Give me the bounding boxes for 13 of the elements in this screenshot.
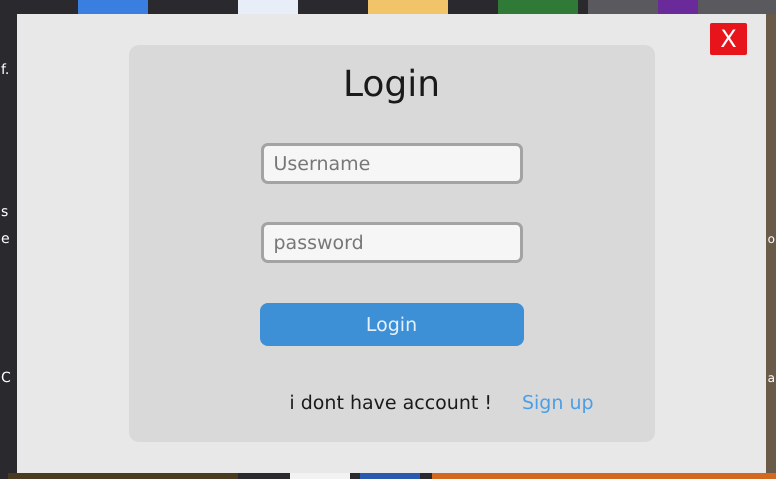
backdrop-text: a bbox=[768, 370, 775, 386]
account-prompt: i dont have account ! bbox=[289, 392, 492, 414]
password-field[interactable]: password bbox=[260, 222, 522, 263]
backdrop-text: f. bbox=[1, 62, 10, 78]
backdrop-text: e bbox=[1, 231, 10, 247]
login-title: Login bbox=[342, 63, 440, 107]
login-button[interactable]: Login bbox=[260, 303, 524, 346]
backdrop-text: o bbox=[768, 231, 775, 247]
sign-up-link[interactable]: Sign up bbox=[522, 392, 594, 414]
close-button[interactable]: X bbox=[710, 23, 747, 55]
backdrop-text: s bbox=[1, 204, 8, 220]
username-field[interactable]: Username bbox=[260, 143, 522, 184]
backdrop-text: C bbox=[1, 370, 11, 386]
